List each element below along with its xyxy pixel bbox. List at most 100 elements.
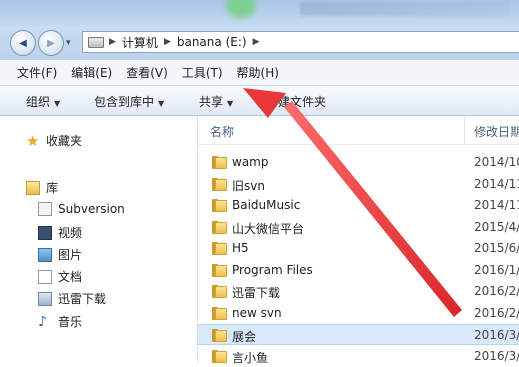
- file-date: 2014/11: [474, 198, 519, 212]
- file-date: 2016/2/: [474, 284, 519, 298]
- back-button[interactable]: ◀: [10, 30, 36, 56]
- file-name: wamp: [232, 155, 269, 169]
- nav-library-label: 图片: [58, 248, 83, 262]
- file-name: new svn: [232, 305, 282, 320]
- folder-icon: [212, 155, 227, 169]
- table-row[interactable]: 旧svn 2014/11: [198, 174, 519, 195]
- table-row[interactable]: 迅雷下载 2016/2/: [198, 281, 519, 302]
- breadcrumb-computer[interactable]: 计算机: [118, 34, 162, 51]
- nav-library-label: 迅雷下载: [58, 292, 107, 306]
- folder-icon: [212, 198, 227, 212]
- file-date: 2015/4/: [474, 219, 519, 234]
- table-row[interactable]: new svn 2016/2/: [198, 303, 519, 324]
- table-row[interactable]: 山大微信平台 2015/4/: [198, 217, 519, 238]
- column-header-row: 名称 修改日期: [198, 116, 519, 145]
- download-folder-icon: [38, 291, 52, 306]
- menu-edit[interactable]: 编辑(E): [64, 64, 119, 81]
- share-button[interactable]: 共享 ▼: [199, 93, 233, 110]
- star-icon: ★: [26, 131, 40, 150]
- recent-pages-chevron-icon[interactable]: ▾: [66, 38, 76, 48]
- column-divider[interactable]: [464, 116, 465, 144]
- menu-tools[interactable]: 工具(T): [175, 64, 230, 81]
- new-folder-button[interactable]: 新建文件夹: [266, 93, 326, 110]
- nav-library-documents[interactable]: 文档: [38, 268, 82, 285]
- menu-file[interactable]: 文件(F): [0, 64, 64, 81]
- nav-library-label: 音乐: [58, 315, 83, 329]
- library-icon: [26, 180, 40, 195]
- music-note-icon: ♪: [38, 313, 47, 330]
- nav-library-pictures[interactable]: 图片: [38, 246, 82, 263]
- menu-view[interactable]: 查看(V): [119, 64, 175, 81]
- table-row[interactable]: 言小鱼 2016/3/: [198, 346, 519, 367]
- computer-icon: [88, 36, 104, 48]
- command-bar: 组织 ▼ 包含到库中 ▼ 共享 ▼ 新建文件夹: [0, 86, 519, 116]
- file-list: 名称 修改日期 wamp 2014/10 旧svn 2014/11 BaiduMusic…: [198, 116, 519, 365]
- back-arrow-icon: ◀: [19, 37, 27, 49]
- file-name: H5: [232, 241, 249, 255]
- window-titlebar: [0, 0, 519, 26]
- address-bar[interactable]: ▶ 计算机 ▶ banana (E:) ▶: [82, 31, 519, 53]
- chevron-down-icon: ▼: [54, 99, 61, 108]
- title-blur-blob: [226, 0, 256, 18]
- nav-libraries[interactable]: 库: [26, 179, 58, 196]
- folder-icon: [212, 349, 227, 363]
- column-header-name[interactable]: 名称: [210, 123, 234, 140]
- file-date: 2014/11: [474, 176, 519, 191]
- subversion-library-icon: [38, 202, 52, 216]
- file-name: 山大微信平台: [232, 221, 305, 236]
- folder-icon: [212, 177, 227, 191]
- include-in-library-button[interactable]: 包含到库中 ▼: [94, 93, 164, 110]
- nav-library-subversion[interactable]: Subversion: [38, 202, 125, 216]
- folder-icon: [212, 220, 227, 234]
- folder-icon: [212, 328, 227, 342]
- include-in-library-label: 包含到库中: [94, 95, 155, 109]
- nav-library-label: 文档: [58, 270, 83, 284]
- share-label: 共享: [199, 95, 224, 109]
- nav-favorites[interactable]: ★ 收藏夹: [26, 132, 82, 149]
- nav-library-label: Subversion: [58, 202, 125, 216]
- folder-icon: [212, 284, 227, 298]
- folder-icon: [212, 241, 227, 255]
- file-date: 2015/6/: [474, 241, 519, 255]
- breadcrumb-separator-icon[interactable]: ▶: [251, 37, 262, 47]
- file-name: 展会: [232, 330, 257, 344]
- nav-library-thunder-downloads[interactable]: 迅雷下载: [38, 290, 106, 307]
- file-name: 迅雷下载: [232, 286, 281, 300]
- table-row[interactable]: BaiduMusic 2014/11: [198, 195, 519, 216]
- file-name: Program Files: [232, 262, 313, 277]
- navigation-pane: ★ 收藏夹 库 Subversion 视频 图片 文档 迅雷下载 ♪ 音乐: [0, 116, 198, 363]
- table-row[interactable]: H5 2015/6/: [198, 238, 519, 259]
- title-text-blurred: [300, 2, 510, 16]
- column-header-date[interactable]: 修改日期: [474, 123, 519, 140]
- picture-icon: [38, 247, 52, 262]
- menu-bar: 文件(F) 编辑(E) 查看(V) 工具(T) 帮助(H): [0, 60, 519, 86]
- menu-help[interactable]: 帮助(H): [230, 64, 286, 81]
- forward-button[interactable]: ▶: [38, 30, 64, 56]
- breadcrumb-separator-icon[interactable]: ▶: [162, 37, 173, 47]
- table-row[interactable]: wamp 2014/10: [198, 152, 519, 173]
- table-row[interactable]: Program Files 2016/1/: [198, 260, 519, 281]
- file-date: 2016/3/: [474, 328, 519, 342]
- breadcrumb-drive[interactable]: banana (E:): [173, 35, 251, 49]
- chevron-down-icon: ▼: [227, 99, 234, 108]
- folder-icon: [212, 306, 227, 320]
- nav-library-music[interactable]: ♪ 音乐: [38, 313, 82, 330]
- organize-button[interactable]: 组织 ▼: [26, 93, 60, 110]
- video-icon: [38, 225, 52, 240]
- breadcrumb-separator-icon[interactable]: ▶: [107, 37, 118, 47]
- address-row: ◀ ▶ ▾ ▶ 计算机 ▶ banana (E:) ▶: [0, 26, 519, 60]
- file-date: 2016/3/: [474, 348, 519, 363]
- file-date: 2016/2/: [474, 305, 519, 320]
- nav-library-videos[interactable]: 视频: [38, 224, 82, 241]
- nav-libraries-label: 库: [46, 181, 59, 195]
- forward-arrow-icon: ▶: [47, 37, 55, 49]
- nav-favorites-label: 收藏夹: [46, 134, 83, 148]
- file-date: 2014/10: [474, 155, 519, 169]
- document-icon: [38, 269, 52, 284]
- folder-icon: [212, 263, 227, 277]
- organize-label: 组织: [26, 95, 51, 109]
- table-row[interactable]: 展会 2016/3/: [198, 324, 519, 345]
- file-name: BaiduMusic: [232, 198, 301, 212]
- nav-library-label: 视频: [58, 226, 83, 240]
- file-date: 2016/1/: [474, 262, 519, 277]
